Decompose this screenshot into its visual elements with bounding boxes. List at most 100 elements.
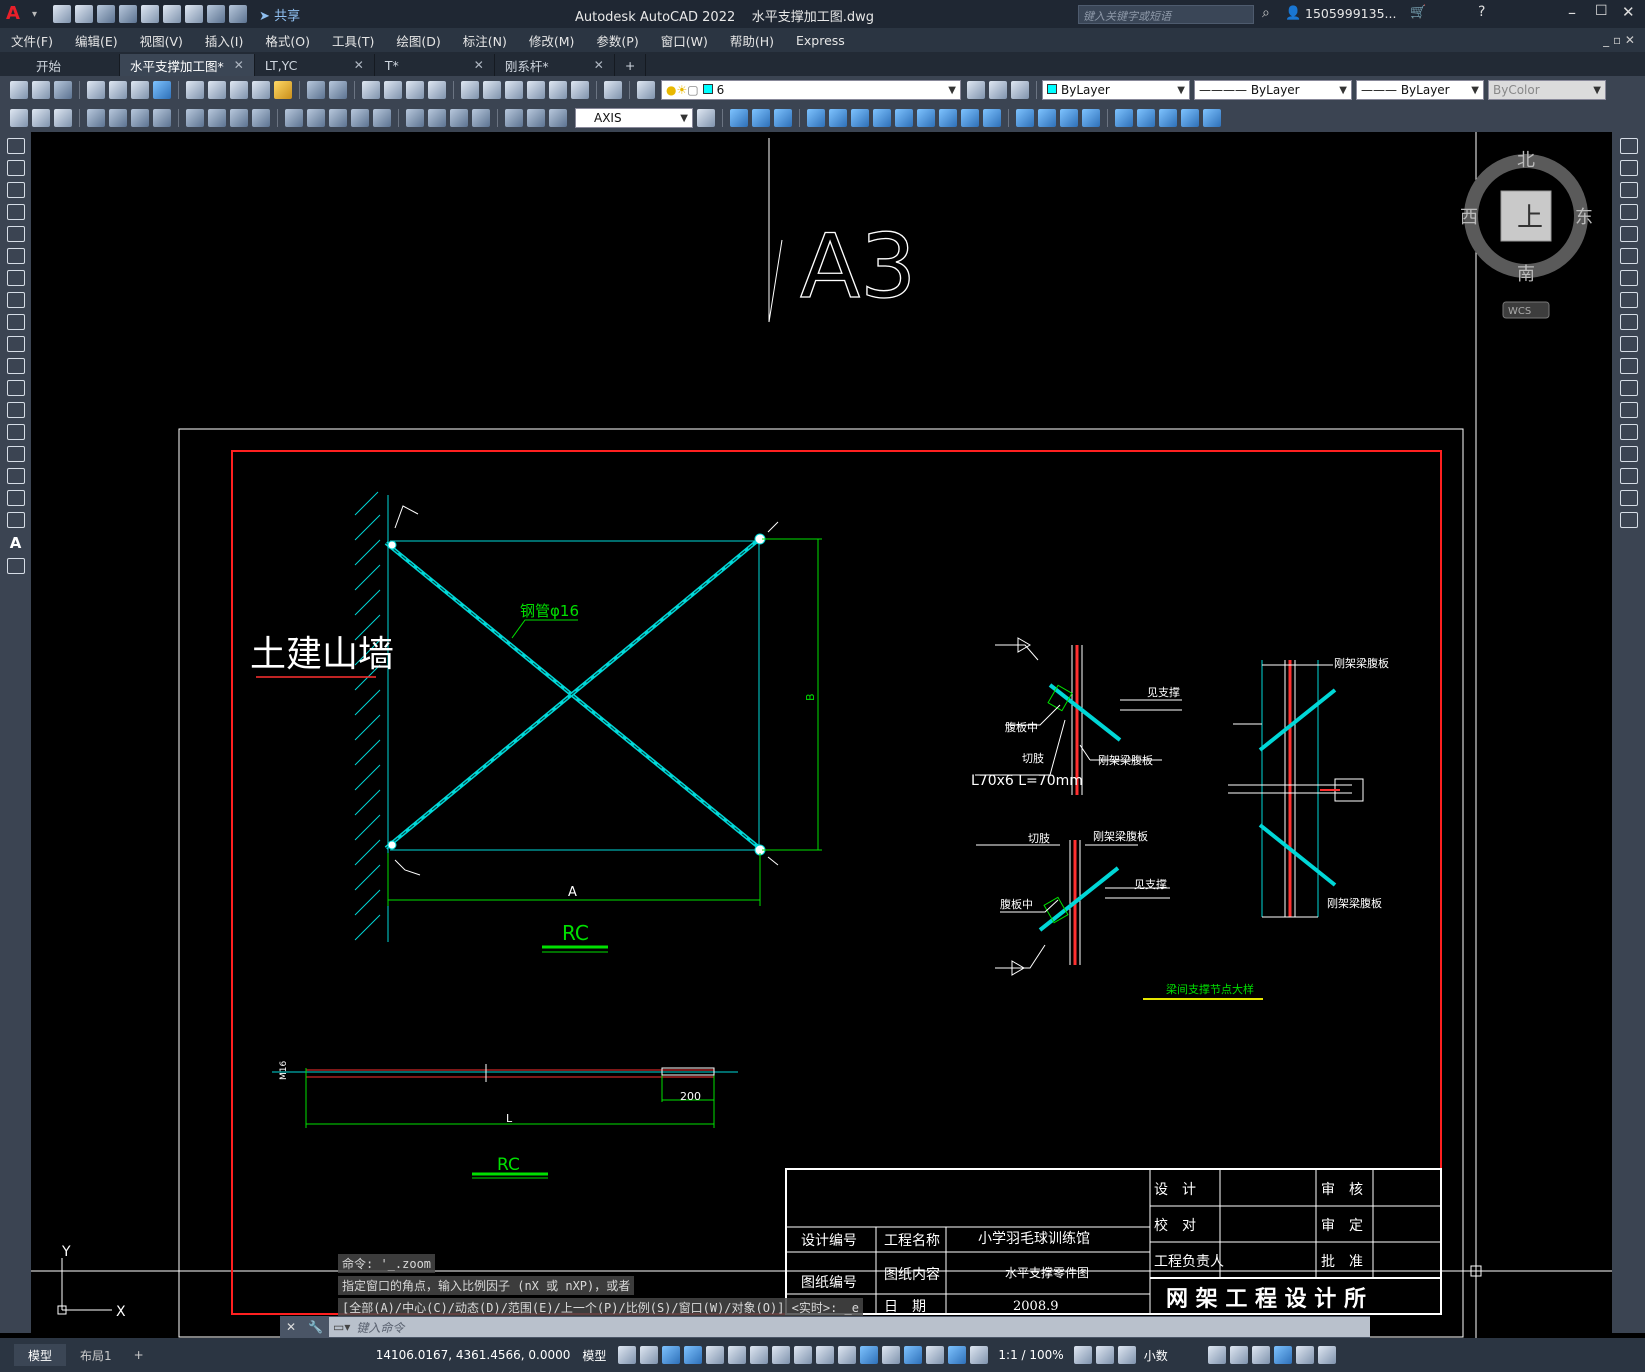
center-mark-icon[interactable] [428, 109, 446, 127]
app-menu-chevron-icon[interactable]: ▾ [32, 9, 37, 20]
dim-text-edit-icon[interactable] [527, 109, 545, 127]
ortho-icon[interactable] [684, 1346, 703, 1364]
save-web-icon[interactable] [163, 5, 182, 23]
chamfer-icon[interactable] [1619, 446, 1638, 462]
menu-window[interactable]: 窗口(W) [650, 31, 719, 50]
open-web-icon[interactable] [141, 5, 160, 23]
maximize-icon[interactable]: ☐ [1595, 3, 1608, 19]
zoom-previous-icon[interactable] [428, 81, 446, 99]
workspace-save-icon[interactable] [32, 109, 50, 127]
layout-tab-model[interactable]: 模型 [14, 1344, 67, 1366]
transparency-icon[interactable] [816, 1346, 835, 1364]
workspace-settings-icon[interactable] [54, 109, 72, 127]
hardware-acceleration-icon[interactable] [1273, 1346, 1292, 1364]
viewcube-south[interactable]: 南 [1517, 264, 1535, 285]
command-input[interactable]: ▭▾ 键入命令 [329, 1317, 1370, 1337]
redo-icon[interactable] [329, 81, 347, 99]
calculator-icon[interactable] [571, 81, 589, 99]
zoom-window-icon[interactable] [406, 81, 424, 99]
box-icon[interactable] [730, 109, 748, 127]
aligned-dim-icon[interactable] [109, 109, 127, 127]
tab-lt-yc[interactable]: LT,YC ✕ [255, 54, 375, 76]
viewcube-face[interactable]: 上 [1517, 203, 1543, 233]
revision-cloud-icon[interactable] [6, 292, 25, 308]
explode-icon[interactable] [1619, 512, 1638, 528]
inspection-icon[interactable] [450, 109, 468, 127]
workspace-icon[interactable] [10, 109, 28, 127]
viewcube-east[interactable]: 东 [1575, 207, 1593, 228]
autocad-logo-icon[interactable]: A [6, 3, 32, 25]
layout-tab-layout1[interactable]: 布局1 [66, 1344, 126, 1366]
multiline-text-icon[interactable]: A [0, 534, 31, 552]
arc-icon[interactable] [6, 248, 25, 264]
quick-dim-icon[interactable] [285, 109, 303, 127]
arc-length-icon[interactable] [131, 109, 149, 127]
menu-file[interactable]: 文件(F) [0, 31, 64, 50]
menu-parametric[interactable]: 参数(P) [585, 31, 649, 50]
offset-icon[interactable] [1619, 204, 1638, 220]
jogged-dim-icon[interactable] [208, 109, 226, 127]
paste-icon[interactable] [230, 81, 248, 99]
rotate-icon[interactable] [1619, 270, 1638, 286]
tab-t[interactable]: T* ✕ [375, 54, 495, 76]
thicken-icon[interactable] [1082, 109, 1100, 127]
stretch-icon[interactable] [1619, 314, 1638, 330]
linetype-dropdown[interactable]: ———— ByLayer ▼ [1194, 80, 1352, 100]
save-as-icon[interactable] [119, 5, 138, 23]
zoom-realtime-icon[interactable] [384, 81, 402, 99]
annotation-visibility-icon[interactable] [948, 1346, 967, 1364]
tab-close-icon[interactable]: ✕ [234, 58, 244, 72]
block-editor-icon[interactable] [274, 81, 292, 99]
dynamic-ucs-icon[interactable] [882, 1346, 901, 1364]
tab-start[interactable]: 开始 [0, 54, 120, 76]
make-current-layer-icon[interactable] [967, 81, 985, 99]
scale-icon[interactable] [1619, 292, 1638, 308]
markup-icon[interactable] [549, 81, 567, 99]
align-3d-icon[interactable] [851, 109, 869, 127]
menu-dimension[interactable]: 标注(N) [452, 31, 518, 50]
spline-icon[interactable] [6, 314, 25, 330]
interfere-icon[interactable] [1060, 109, 1078, 127]
cart-icon[interactable]: 🛒 [1410, 5, 1426, 20]
design-center-icon[interactable] [483, 81, 501, 99]
plot-icon[interactable] [185, 5, 204, 23]
menu-edit[interactable]: 编辑(E) [64, 31, 129, 50]
copy-icon[interactable] [208, 81, 226, 99]
doc-window-controls[interactable]: _ ▫ ✕ [1603, 33, 1635, 47]
selection-cycling-icon[interactable] [838, 1346, 857, 1364]
help-icon[interactable]: ? [1478, 4, 1485, 20]
fillet-icon[interactable] [1619, 468, 1638, 484]
hatch-icon[interactable] [6, 446, 25, 462]
workspace-switch-icon[interactable] [1073, 1346, 1092, 1364]
loft-icon[interactable] [983, 109, 1001, 127]
blend-curves-icon[interactable] [1619, 490, 1638, 506]
break-point-icon[interactable] [1619, 380, 1638, 396]
jogged-linear-icon[interactable] [472, 109, 490, 127]
viewcube-north[interactable]: 北 [1517, 150, 1535, 171]
help-icon[interactable] [604, 81, 622, 99]
sheet-set-icon[interactable] [527, 81, 545, 99]
close-icon[interactable]: ✕ [1622, 3, 1635, 21]
pan-icon[interactable] [362, 81, 380, 99]
polygon-icon[interactable] [6, 204, 25, 220]
mirror-icon[interactable] [1619, 182, 1638, 198]
layer-properties-icon[interactable] [637, 81, 655, 99]
properties-icon[interactable] [461, 81, 479, 99]
dim-space-icon[interactable] [351, 109, 369, 127]
add-selected-icon[interactable] [6, 558, 25, 574]
save-icon[interactable] [54, 81, 72, 99]
rotate-3d-icon[interactable] [829, 109, 847, 127]
lock-ui-icon[interactable] [1229, 1346, 1248, 1364]
trim-icon[interactable] [1619, 336, 1638, 352]
quick-properties-icon[interactable] [1207, 1346, 1226, 1364]
selection-filter-icon[interactable] [904, 1346, 923, 1364]
save-icon[interactable] [97, 5, 116, 23]
menu-help[interactable]: 帮助(H) [719, 31, 785, 50]
gizmo-icon[interactable] [926, 1346, 945, 1364]
units-icon[interactable] [1117, 1346, 1136, 1364]
circle-icon[interactable] [6, 270, 25, 286]
search-icon[interactable]: ⌕ [1262, 5, 1270, 21]
add-layout-button[interactable]: + [126, 1348, 152, 1362]
lineweight-icon[interactable] [794, 1346, 813, 1364]
revolve-icon[interactable] [939, 109, 957, 127]
